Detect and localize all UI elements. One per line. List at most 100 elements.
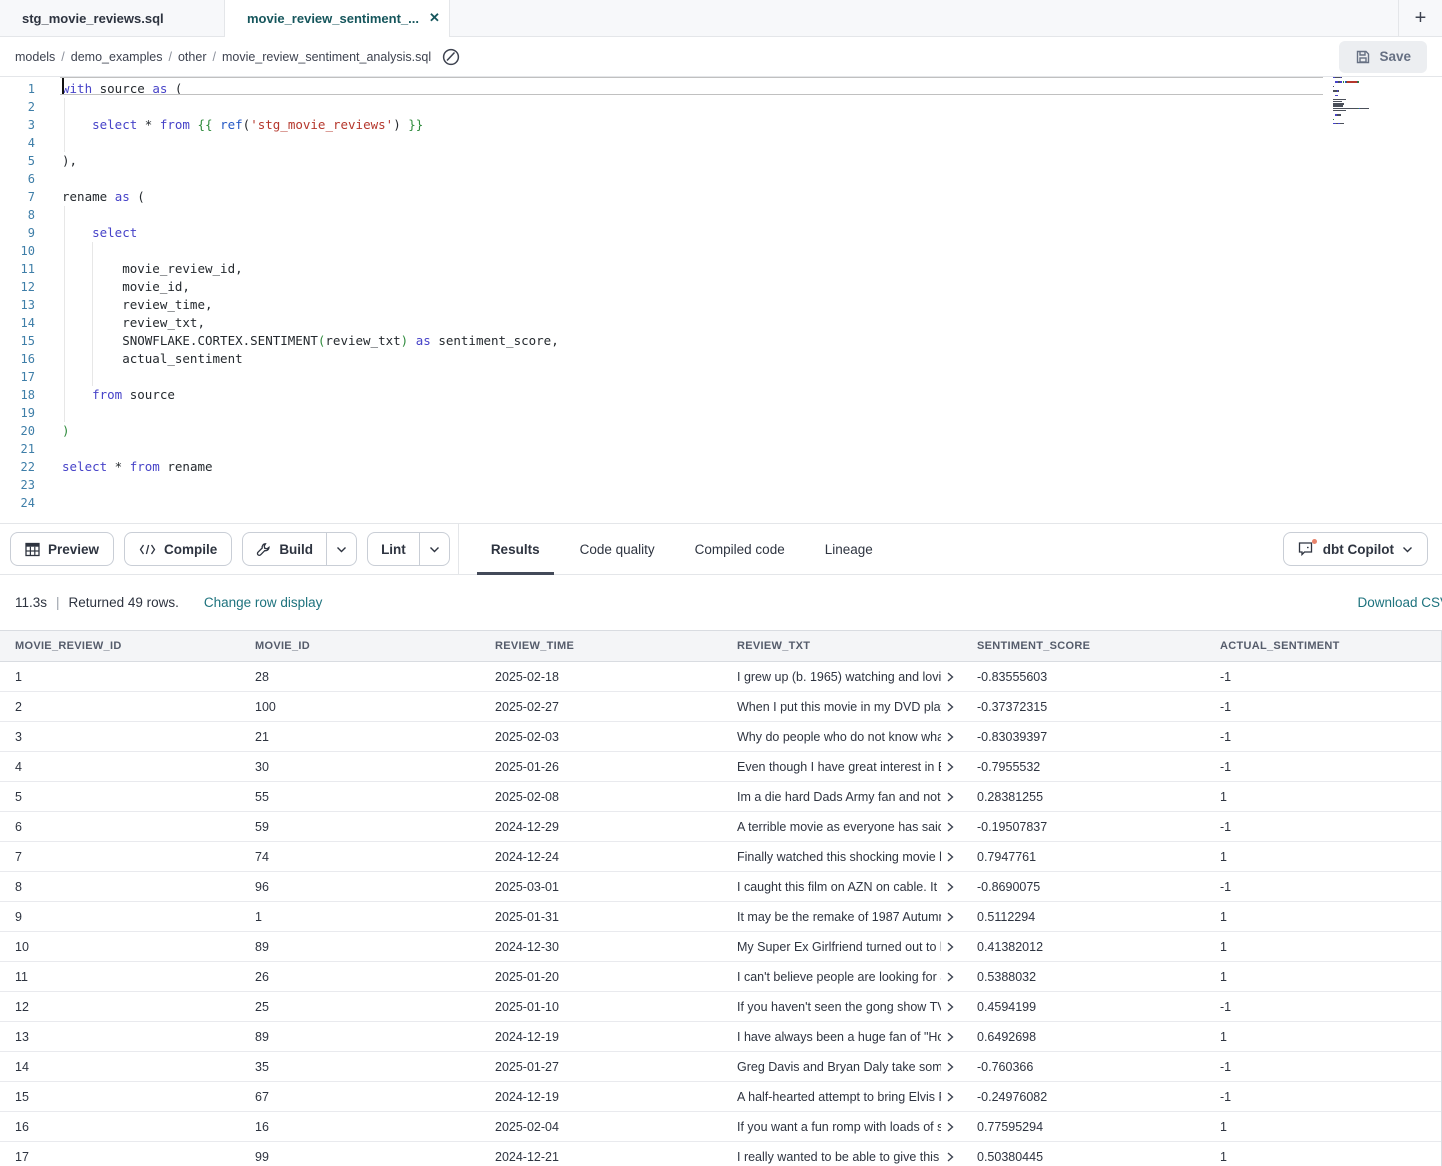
lint-button[interactable]: Lint bbox=[368, 533, 419, 565]
expand-cell-icon[interactable] bbox=[945, 762, 955, 772]
table-cell: 16 bbox=[240, 1120, 480, 1134]
format-icon[interactable] bbox=[441, 47, 461, 67]
table-row: 5552025-02-08Im a die hard Dads Army fan… bbox=[0, 782, 1441, 812]
expand-cell-icon[interactable] bbox=[945, 732, 955, 742]
tab-stg-movie-reviews[interactable]: stg_movie_reviews.sql bbox=[0, 0, 225, 36]
close-tab-icon[interactable]: ✕ bbox=[419, 10, 440, 26]
table-cell: -1 bbox=[1205, 670, 1442, 684]
review-text: If you want a fun romp with loads of s… bbox=[737, 1120, 941, 1134]
expand-cell-icon[interactable] bbox=[945, 1122, 955, 1132]
expand-cell-icon[interactable] bbox=[945, 822, 955, 832]
code-line[interactable]: 22select * from rename bbox=[0, 458, 1442, 476]
table-cell: 1 bbox=[1205, 790, 1442, 804]
table-cell: -1 bbox=[1205, 760, 1442, 774]
code-line[interactable]: 6 bbox=[0, 170, 1442, 188]
lint-dropdown-button[interactable] bbox=[419, 533, 449, 565]
expand-cell-icon[interactable] bbox=[945, 1152, 955, 1162]
expand-cell-icon[interactable] bbox=[945, 942, 955, 952]
change-row-display-link[interactable]: Change row display bbox=[204, 595, 323, 610]
preview-button[interactable]: Preview bbox=[10, 532, 114, 566]
code-line[interactable]: 19 bbox=[0, 404, 1442, 422]
code-line[interactable]: 16 actual_sentiment bbox=[0, 350, 1442, 368]
tab-label: stg_movie_reviews.sql bbox=[22, 11, 164, 26]
table-cell: 1 bbox=[0, 670, 240, 684]
review-text: It may be the remake of 1987 Autumn'… bbox=[737, 910, 941, 924]
expand-cell-icon[interactable] bbox=[945, 1032, 955, 1042]
table-cell: 9 bbox=[0, 910, 240, 924]
line-number: 18 bbox=[0, 386, 35, 404]
table-cell: It may be the remake of 1987 Autumn'… bbox=[722, 910, 962, 924]
build-button[interactable]: Build bbox=[243, 533, 326, 565]
compile-button[interactable]: Compile bbox=[124, 532, 232, 566]
expand-cell-icon[interactable] bbox=[945, 882, 955, 892]
breadcrumb-separator: / bbox=[61, 50, 64, 64]
breadcrumb-segment[interactable]: demo_examples bbox=[71, 50, 163, 64]
line-number: 15 bbox=[0, 332, 35, 350]
code-line[interactable]: 23 bbox=[0, 476, 1442, 494]
column-header-movie_review_id[interactable]: MOVIE_REVIEW_ID bbox=[0, 640, 240, 652]
code-editor[interactable]: 1with source as (23 select * from {{ ref… bbox=[0, 77, 1442, 523]
code-line[interactable]: 24 bbox=[0, 494, 1442, 512]
tab-movie-review-sentiment[interactable]: movie_review_sentiment_... ✕ bbox=[225, 0, 450, 36]
table-cell: 26 bbox=[240, 970, 480, 984]
code-line[interactable]: 13 review_time, bbox=[0, 296, 1442, 314]
code-line[interactable]: 2 bbox=[0, 98, 1442, 116]
line-number: 21 bbox=[0, 440, 35, 458]
build-dropdown-button[interactable] bbox=[326, 533, 356, 565]
code-line[interactable]: 12 movie_id, bbox=[0, 278, 1442, 296]
table-cell: 0.28381255 bbox=[962, 790, 1205, 804]
save-button[interactable]: Save bbox=[1339, 41, 1427, 73]
code-line[interactable]: 8 bbox=[0, 206, 1442, 224]
editor-minimap[interactable] bbox=[1333, 77, 1403, 130]
code-line[interactable]: 10 bbox=[0, 242, 1442, 260]
expand-cell-icon[interactable] bbox=[945, 972, 955, 982]
table-row: 10892024-12-30My Super Ex Girlfriend tur… bbox=[0, 932, 1441, 962]
breadcrumb-segment[interactable]: models bbox=[15, 50, 55, 64]
expand-cell-icon[interactable] bbox=[945, 1002, 955, 1012]
code-line[interactable]: 15 SNOWFLAKE.CORTEX.SENTIMENT(review_txt… bbox=[0, 332, 1442, 350]
column-header-review_txt[interactable]: REVIEW_TXT bbox=[722, 640, 962, 652]
column-header-movie_id[interactable]: MOVIE_ID bbox=[240, 640, 480, 652]
code-line[interactable]: 3 select * from {{ ref('stg_movie_review… bbox=[0, 116, 1442, 134]
expand-cell-icon[interactable] bbox=[945, 852, 955, 862]
results-tab-lineage[interactable]: Lineage bbox=[809, 523, 889, 575]
table-cell: I really wanted to be able to give this … bbox=[722, 1150, 962, 1164]
code-line[interactable]: 9 select bbox=[0, 224, 1442, 242]
results-tab-compiled-code[interactable]: Compiled code bbox=[679, 523, 801, 575]
column-header-actual_sentiment[interactable]: ACTUAL_SENTIMENT bbox=[1205, 640, 1442, 652]
table-cell: I grew up (b. 1965) watching and lovin… bbox=[722, 670, 962, 684]
code-line[interactable]: 18 from source bbox=[0, 386, 1442, 404]
table-cell: Greg Davis and Bryan Daly take some … bbox=[722, 1060, 962, 1074]
results-tab-results[interactable]: Results bbox=[475, 523, 556, 575]
line-number: 10 bbox=[0, 242, 35, 260]
download-csv-link[interactable]: Download CSV bbox=[1357, 595, 1442, 610]
expand-cell-icon[interactable] bbox=[945, 672, 955, 682]
column-header-sentiment_score[interactable]: SENTIMENT_SCORE bbox=[962, 640, 1205, 652]
code-line[interactable]: 20) bbox=[0, 422, 1442, 440]
results-tab-code-quality[interactable]: Code quality bbox=[564, 523, 671, 575]
expand-cell-icon[interactable] bbox=[945, 1092, 955, 1102]
expand-cell-icon[interactable] bbox=[945, 912, 955, 922]
code-line[interactable]: 7rename as ( bbox=[0, 188, 1442, 206]
expand-cell-icon[interactable] bbox=[945, 1062, 955, 1072]
breadcrumb-segment[interactable]: other bbox=[178, 50, 207, 64]
table-cell: 4 bbox=[0, 760, 240, 774]
code-line[interactable]: 21 bbox=[0, 440, 1442, 458]
code-line[interactable]: 17 bbox=[0, 368, 1442, 386]
new-tab-button[interactable]: + bbox=[1398, 0, 1442, 36]
code-line[interactable]: 5), bbox=[0, 152, 1442, 170]
expand-cell-icon[interactable] bbox=[945, 792, 955, 802]
build-button-group: Build bbox=[242, 532, 357, 566]
breadcrumb-segment[interactable]: movie_review_sentiment_analysis.sql bbox=[222, 50, 431, 64]
table-cell: -1 bbox=[1205, 730, 1442, 744]
code-line[interactable]: 11 movie_review_id, bbox=[0, 260, 1442, 278]
table-cell: 67 bbox=[240, 1090, 480, 1104]
review-text: I caught this film on AZN on cable. It s… bbox=[737, 880, 941, 894]
code-line[interactable]: 4 bbox=[0, 134, 1442, 152]
code-line[interactable]: 14 review_txt, bbox=[0, 314, 1442, 332]
dbt-copilot-button[interactable]: dbt Copilot bbox=[1283, 532, 1428, 566]
expand-cell-icon[interactable] bbox=[945, 702, 955, 712]
table-cell: 17 bbox=[0, 1150, 240, 1164]
column-header-review_time[interactable]: REVIEW_TIME bbox=[480, 640, 722, 652]
line-number: 19 bbox=[0, 404, 35, 422]
